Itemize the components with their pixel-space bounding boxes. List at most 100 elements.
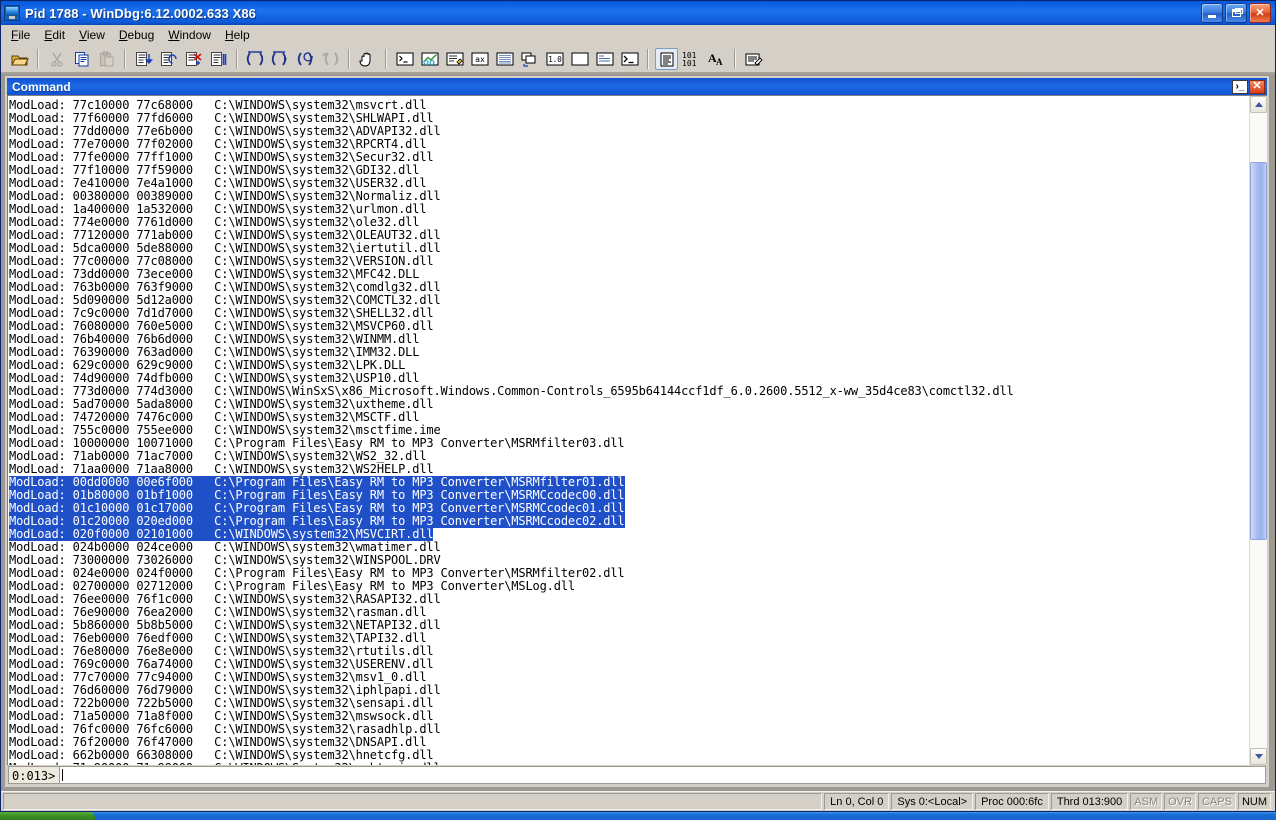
- console-line[interactable]: ModLoad: 722b0000 722b5000 C:\WINDOWS\sy…: [9, 694, 1249, 710]
- console-line[interactable]: ModLoad: 77c70000 77c94000 C:\WINDOWS\sy…: [9, 668, 1249, 684]
- console-line[interactable]: ModLoad: 76f20000 76f47000 C:\WINDOWS\sy…: [9, 733, 1249, 749]
- console-line[interactable]: ModLoad: 00380000 00389000 C:\WINDOWS\sy…: [9, 187, 1249, 203]
- console-line[interactable]: ModLoad: 76080000 760e5000 C:\WINDOWS\sy…: [9, 317, 1249, 333]
- console-line[interactable]: ModLoad: 024b0000 024ce000 C:\WINDOWS\sy…: [9, 538, 1249, 554]
- console-line[interactable]: ModLoad: 00dd0000 00e6f000 C:\Program Fi…: [9, 473, 1249, 489]
- restart-icon[interactable]: [294, 48, 317, 70]
- console-line[interactable]: ModLoad: 7c9c0000 7d1d7000 C:\WINDOWS\sy…: [9, 304, 1249, 320]
- console-line[interactable]: ModLoad: 01c10000 01c17000 C:\Program Fi…: [9, 499, 1249, 515]
- step-out-icon[interactable]: [207, 48, 230, 70]
- font-icon[interactable]: A A: [705, 48, 728, 70]
- step-over-icon[interactable]: [157, 48, 180, 70]
- menu-file[interactable]: File: [4, 26, 37, 45]
- open-folder-icon[interactable]: [8, 48, 31, 70]
- maximize-restore-button[interactable]: [1225, 3, 1247, 23]
- menu-window[interactable]: Window: [161, 26, 218, 45]
- console-line[interactable]: ModLoad: 71aa0000 71aa8000 C:\WINDOWS\sy…: [9, 460, 1249, 476]
- disassembly-icon[interactable]: 1.0: [543, 48, 566, 70]
- command-browser-icon[interactable]: [618, 48, 641, 70]
- console-line[interactable]: ModLoad: 76d60000 76d79000 C:\WINDOWS\sy…: [9, 681, 1249, 697]
- step-into-icon[interactable]: [132, 48, 155, 70]
- console-line[interactable]: ModLoad: 01c20000 020ed000 C:\Program Fi…: [9, 512, 1249, 528]
- console-line[interactable]: ModLoad: 5d090000 5d12a000 C:\WINDOWS\sy…: [9, 291, 1249, 307]
- console-line[interactable]: ModLoad: 76eb0000 76edf000 C:\WINDOWS\sy…: [9, 629, 1249, 645]
- console-line[interactable]: ModLoad: 73dd0000 73ece000 C:\WINDOWS\sy…: [9, 265, 1249, 281]
- console-line[interactable]: ModLoad: 74d90000 74dfb000 C:\WINDOWS\sy…: [9, 369, 1249, 385]
- scrollbar-thumb[interactable]: [1250, 162, 1267, 540]
- console-line[interactable]: ModLoad: 02700000 02712000 C:\Program Fi…: [9, 577, 1249, 593]
- copy-icon[interactable]: [70, 48, 93, 70]
- console-line[interactable]: ModLoad: 77c00000 77c08000 C:\WINDOWS\sy…: [9, 252, 1249, 268]
- console-line[interactable]: ModLoad: 769c0000 76a74000 C:\WINDOWS\sy…: [9, 655, 1249, 671]
- command-input[interactable]: [59, 766, 1266, 784]
- console-line[interactable]: ModLoad: 77c10000 77c68000 C:\WINDOWS\sy…: [9, 96, 1249, 112]
- menu-edit[interactable]: Edit: [37, 26, 72, 45]
- console-line[interactable]: ModLoad: 71a50000 71a8f000 C:\WINDOWS\Sy…: [9, 707, 1249, 723]
- command-close-button[interactable]: ✕: [1249, 79, 1265, 94]
- console-line[interactable]: ModLoad: 024e0000 024f0000 C:\Program Fi…: [9, 564, 1249, 580]
- run-to-cursor-icon[interactable]: [182, 48, 205, 70]
- console-output[interactable]: ModLoad: 77c10000 77c68000 C:\WINDOWS\sy…: [7, 96, 1249, 765]
- console-line[interactable]: ModLoad: 755c0000 755ee000 C:\WINDOWS\sy…: [9, 421, 1249, 437]
- processes-threads-icon[interactable]: [593, 48, 616, 70]
- console-line[interactable]: ModLoad: 020f0000 02101000 C:\WINDOWS\sy…: [9, 525, 1249, 541]
- close-button[interactable]: ✕: [1249, 3, 1271, 23]
- console-line[interactable]: ModLoad: 71a90000 71a98000 C:\WINDOWS\Sy…: [9, 759, 1249, 766]
- window-titlebar[interactable]: Pid 1788 - WinDbg:6.12.0002.633 X86 ✕: [1, 1, 1275, 25]
- console-line[interactable]: ModLoad: 77fe0000 77ff1000 C:\WINDOWS\sy…: [9, 148, 1249, 164]
- source-mode-icon[interactable]: [655, 48, 678, 70]
- console-line[interactable]: ModLoad: 77120000 771ab000 C:\WINDOWS\sy…: [9, 226, 1249, 242]
- start-button[interactable]: [0, 812, 95, 820]
- go-icon[interactable]: [269, 48, 292, 70]
- console-line[interactable]: ModLoad: 76e90000 76ea2000 C:\WINDOWS\sy…: [9, 603, 1249, 619]
- console-line[interactable]: ModLoad: 629c0000 629c9000 C:\WINDOWS\sy…: [9, 356, 1249, 372]
- console-line[interactable]: ModLoad: 5dca0000 5de88000 C:\WINDOWS\sy…: [9, 239, 1249, 255]
- console-line-text[interactable]: ModLoad: 71a90000 71a98000 C:\WINDOWS\Sy…: [9, 761, 441, 766]
- console-line[interactable]: ModLoad: 76390000 763ad000 C:\WINDOWS\sy…: [9, 343, 1249, 359]
- minimize-button[interactable]: [1201, 3, 1223, 23]
- console-line[interactable]: ModLoad: 763b0000 763f9000 C:\WINDOWS\sy…: [9, 278, 1249, 294]
- console-vertical-scrollbar[interactable]: [1249, 96, 1267, 765]
- watch-window-icon[interactable]: [418, 48, 441, 70]
- menu-help[interactable]: Help: [218, 26, 257, 45]
- scroll-up-button[interactable]: [1250, 96, 1267, 113]
- call-stack-icon[interactable]: [518, 48, 541, 70]
- console-line[interactable]: ModLoad: 01b80000 01bf1000 C:\Program Fi…: [9, 486, 1249, 502]
- console-line[interactable]: ModLoad: 76fc0000 76fc6000 C:\WINDOWS\sy…: [9, 720, 1249, 736]
- console-line[interactable]: ModLoad: 10000000 10071000 C:\Program Fi…: [9, 434, 1249, 450]
- console-line[interactable]: ModLoad: 1a400000 1a532000 C:\WINDOWS\sy…: [9, 200, 1249, 216]
- console-line[interactable]: ModLoad: 5b860000 5b8b5000 C:\WINDOWS\sy…: [9, 616, 1249, 632]
- memory-window-icon[interactable]: [493, 48, 516, 70]
- console-line[interactable]: ModLoad: 77f60000 77fd6000 C:\WINDOWS\sy…: [9, 109, 1249, 125]
- console-line[interactable]: ModLoad: 774e0000 7761d000 C:\WINDOWS\sy…: [9, 213, 1249, 229]
- command-window-icon[interactable]: [393, 48, 416, 70]
- break-icon[interactable]: [244, 48, 267, 70]
- console-line[interactable]: ModLoad: 77dd0000 77e6b000 C:\WINDOWS\sy…: [9, 122, 1249, 138]
- console-line[interactable]: ModLoad: 76b40000 76b6d000 C:\WINDOWS\sy…: [9, 330, 1249, 346]
- console-line[interactable]: ModLoad: 73000000 73026000 C:\WINDOWS\sy…: [9, 551, 1249, 567]
- hand-break-icon[interactable]: [356, 48, 379, 70]
- console-line[interactable]: ModLoad: 77f10000 77f59000 C:\WINDOWS\sy…: [9, 161, 1249, 177]
- registers-window-icon[interactable]: ax: [468, 48, 491, 70]
- locals-window-icon[interactable]: [443, 48, 466, 70]
- console-line[interactable]: ModLoad: 662b0000 66308000 C:\WINDOWS\sy…: [9, 746, 1249, 762]
- command-restore-button[interactable]: ›_: [1232, 79, 1248, 94]
- notes-icon[interactable]: [742, 48, 765, 70]
- cut-icon[interactable]: [45, 48, 68, 70]
- console-line[interactable]: ModLoad: 74720000 7476c000 C:\WINDOWS\sy…: [9, 408, 1249, 424]
- command-window-titlebar[interactable]: Command ›_ ✕: [7, 78, 1267, 95]
- console-line[interactable]: ModLoad: 77e70000 77f02000 C:\WINDOWS\sy…: [9, 135, 1249, 151]
- scroll-down-button[interactable]: [1250, 748, 1267, 765]
- console-line[interactable]: ModLoad: 7e410000 7e4a1000 C:\WINDOWS\sy…: [9, 174, 1249, 190]
- numeric-base-icon[interactable]: 101 101: [680, 48, 703, 70]
- console-line[interactable]: ModLoad: 76e80000 76e8e000 C:\WINDOWS\sy…: [9, 642, 1249, 658]
- paste-icon[interactable]: [95, 48, 118, 70]
- console-line[interactable]: ModLoad: 773d0000 774d3000 C:\WINDOWS\Wi…: [9, 382, 1249, 398]
- console-line[interactable]: ModLoad: 71ab0000 71ac7000 C:\WINDOWS\sy…: [9, 447, 1249, 463]
- menu-debug[interactable]: Debug: [112, 26, 161, 45]
- console-line[interactable]: ModLoad: 76ee0000 76f1c000 C:\WINDOWS\sy…: [9, 590, 1249, 606]
- windows-taskbar[interactable]: [0, 812, 1276, 820]
- menu-view[interactable]: View: [72, 26, 112, 45]
- stop-debugging-icon[interactable]: [319, 48, 342, 70]
- scratch-pad-icon[interactable]: [568, 48, 591, 70]
